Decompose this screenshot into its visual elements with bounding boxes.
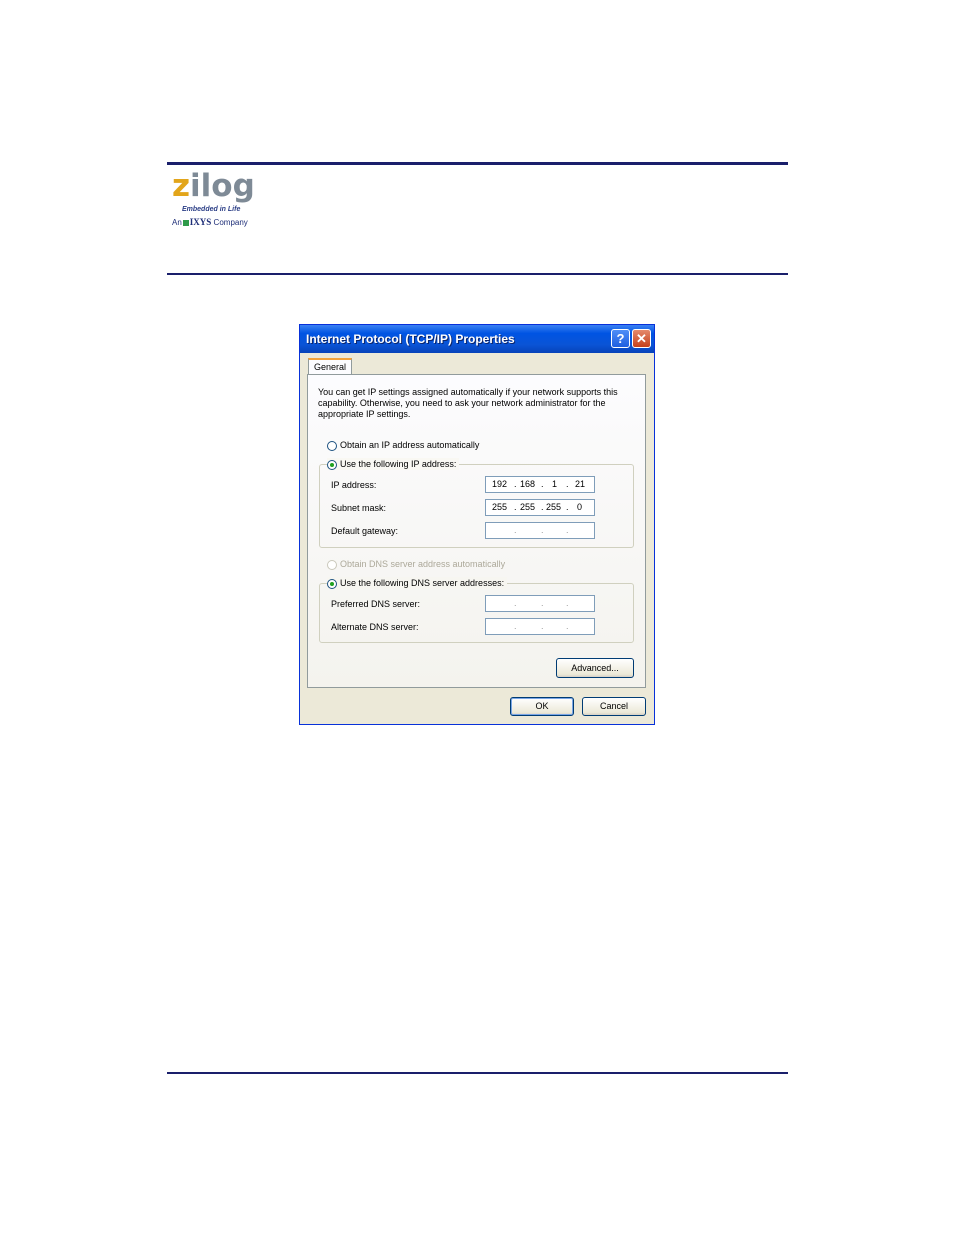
- ip-auto-option[interactable]: Obtain an IP address automatically: [327, 439, 479, 451]
- alternate-dns-input[interactable]: . . .: [485, 618, 595, 635]
- ip-manual-radio[interactable]: [327, 459, 337, 470]
- intro-text: You can get IP settings assigned automat…: [318, 387, 618, 419]
- header-rule-bottom: [167, 273, 788, 275]
- dns-auto-label: Obtain DNS server address automatically: [340, 559, 506, 569]
- cancel-button[interactable]: Cancel: [582, 697, 646, 716]
- help-button[interactable]: ?: [611, 329, 630, 348]
- footer-rule: [167, 1072, 788, 1074]
- dialog-titlebar[interactable]: Internet Protocol (TCP/IP) Properties ? …: [300, 325, 654, 353]
- close-icon: ✕: [636, 331, 647, 346]
- ip-auto-radio[interactable]: [327, 440, 337, 451]
- ip-manual-label: Use the following IP address:: [340, 459, 457, 469]
- zilog-logo: zilog Embedded in Life An IXYS Company: [170, 168, 260, 232]
- subnet-mask-input[interactable]: 255 . 255 . 255 . 0: [485, 499, 595, 516]
- ip-address-input[interactable]: 192 . 168 . 1 . 21: [485, 476, 595, 493]
- preferred-dns-input[interactable]: . . .: [485, 595, 595, 612]
- default-gateway-input[interactable]: . . .: [485, 522, 595, 539]
- logo-company: An IXYS Company: [172, 217, 248, 227]
- ixys-mark-icon: [182, 219, 189, 226]
- dns-manual-radio[interactable]: [327, 578, 337, 589]
- tab-general[interactable]: General: [308, 358, 352, 375]
- advanced-button[interactable]: Advanced...: [556, 658, 634, 678]
- close-button[interactable]: ✕: [632, 329, 651, 348]
- ip-auto-label: Obtain an IP address automatically: [340, 440, 480, 450]
- dns-manual-option[interactable]: Use the following DNS server addresses:: [327, 577, 508, 589]
- tcpip-properties-dialog: Internet Protocol (TCP/IP) Properties ? …: [299, 324, 655, 725]
- preferred-dns-label: Preferred DNS server:: [331, 599, 421, 609]
- default-gateway-label: Default gateway:: [331, 526, 399, 536]
- header-rule-top: [167, 162, 788, 165]
- logo-wordmark: zilog: [172, 168, 255, 204]
- ok-button[interactable]: OK: [510, 697, 574, 716]
- dialog-title: Internet Protocol (TCP/IP) Properties: [306, 332, 515, 346]
- dns-auto-radio[interactable]: [327, 559, 337, 570]
- dns-manual-label: Use the following DNS server addresses:: [340, 578, 505, 588]
- alternate-dns-label: Alternate DNS server:: [331, 622, 419, 632]
- ip-manual-option[interactable]: Use the following IP address:: [327, 458, 460, 470]
- ip-address-label: IP address:: [331, 480, 377, 490]
- subnet-mask-label: Subnet mask:: [331, 503, 387, 513]
- dns-auto-option[interactable]: Obtain DNS server address automatically: [327, 558, 505, 570]
- help-icon: ?: [616, 331, 625, 346]
- logo-tagline: Embedded in Life: [182, 206, 241, 213]
